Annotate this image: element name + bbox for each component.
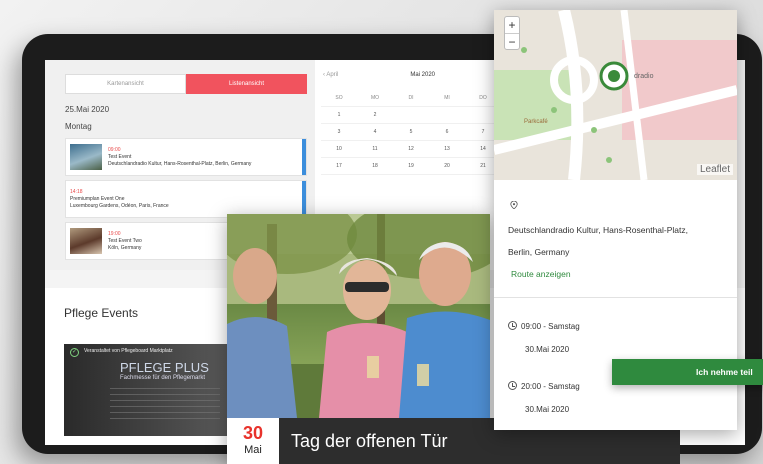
calendar-day[interactable]: 1 (321, 107, 357, 124)
calendar-day[interactable]: 2 (357, 107, 393, 124)
calendar-day[interactable]: 19 (393, 158, 429, 175)
calendar-month-title: Mai 2020 (410, 72, 436, 78)
start-time-row: 09:00 - Samstag (508, 321, 580, 331)
calendar-day[interactable]: 3 (321, 124, 357, 141)
organizer-label: Veranstaltet von Pflegeboard Marktplatz (84, 348, 173, 354)
event-time: 19:00 (108, 230, 121, 237)
event-date-badge: 30 Mai (227, 418, 279, 464)
zoom-in-button[interactable]: + (505, 17, 519, 33)
location-pin-icon (510, 201, 518, 209)
event-thumbnail (70, 228, 102, 254)
calendar-day[interactable]: 20 (429, 158, 465, 175)
end-time: 20:00 - Samstag (521, 382, 580, 391)
address-line: Deutschlandradio Kultur, Hans-Rosenthal-… (508, 225, 689, 235)
card-body-text (110, 388, 220, 424)
calendar-day[interactable]: 4 (357, 124, 393, 141)
event-location: Luxembourg Gardens, Odéon, Paris, France (70, 202, 169, 209)
event-photo (227, 214, 490, 418)
calendar-day[interactable] (429, 107, 465, 124)
calendar-day-header: SO (321, 90, 357, 107)
prev-month-link[interactable]: ‹ April (323, 72, 338, 78)
clock-icon (508, 321, 517, 330)
event-time: 09:00 (108, 146, 121, 153)
svg-text:dradio: dradio (634, 73, 654, 80)
calendar-day-header: MO (357, 90, 393, 107)
map-attribution[interactable]: Leaflet (696, 164, 733, 175)
clock-icon (508, 381, 517, 390)
calendar-day[interactable]: 5 (393, 124, 429, 141)
list-weekday: Montag (65, 122, 92, 131)
address-line: Berlin, Germany (508, 247, 570, 257)
zoom-out-button[interactable]: − (505, 33, 519, 49)
pflege-event-card[interactable]: ✓ Veranstaltet von Pflegeboard Marktplat… (64, 344, 234, 436)
attend-button[interactable]: Ich nehme teil (612, 359, 763, 385)
event-location: Deutschlandradio Kultur, Hans-Rosenthal-… (108, 160, 252, 167)
event-month: Mai (244, 444, 262, 456)
list-date: 25.Mai 2020 (65, 105, 110, 114)
view-toggle: Kartenansicht Listenansicht (65, 74, 307, 94)
end-time-row: 20:00 - Samstag (508, 381, 580, 391)
calendar-day[interactable]: 12 (393, 141, 429, 158)
event-title: Tag der offenen Tür (291, 431, 448, 451)
event-map[interactable]: dradio Parkcafé + − Leaflet (494, 10, 737, 180)
map-zoom-control: + − (504, 16, 520, 50)
featured-event-card[interactable]: 30 Mai Tag der offenen Tür (227, 214, 680, 464)
attend-button-label: Ich nehme teil (696, 367, 753, 377)
end-date: 30.Mai 2020 (525, 405, 570, 414)
card-title: PFLEGE PLUS (120, 360, 209, 375)
calendar-day[interactable]: 10 (321, 141, 357, 158)
event-time: 14:18 (70, 188, 83, 195)
event-title: Premiumplan Event One (70, 195, 125, 202)
tab-list-view-label: Listenansicht (228, 81, 265, 87)
start-time: 09:00 - Samstag (521, 322, 580, 331)
tab-map-view[interactable]: Kartenansicht (65, 74, 186, 94)
event-day: 30 (242, 423, 264, 443)
event-color-bar (302, 139, 306, 175)
card-subtitle: Fachmesse für den Pflegemarkt (120, 375, 206, 381)
event-location: Köln, Germany (108, 244, 142, 251)
calendar-day-header: MI (429, 90, 465, 107)
calendar-day[interactable] (393, 107, 429, 124)
calendar-day[interactable]: 17 (321, 158, 357, 175)
list-item[interactable]: 09:00 Test Event Deutschlandradio Kultur… (65, 138, 307, 176)
list-item[interactable]: 14:18 Premiumplan Event One Luxembourg G… (65, 180, 307, 218)
section-title: Pflege Events (64, 306, 139, 320)
calendar-day[interactable]: 11 (357, 141, 393, 158)
start-date: 30.Mai 2020 (525, 345, 570, 354)
event-title: Test Event (108, 153, 132, 160)
divider (494, 297, 737, 298)
calendar-day-header: DI (393, 90, 429, 107)
calendar-grid: SO MO DI MI DO 1 2 3 4 5 6 7 10 11 12 13… (315, 90, 515, 175)
calendar-day[interactable]: 18 (357, 158, 393, 175)
event-color-bar (302, 181, 306, 217)
event-title: Test Event Two (108, 237, 142, 244)
tab-list-view[interactable]: Listenansicht (186, 74, 307, 94)
svg-text:Parkcafé: Parkcafé (524, 119, 548, 125)
calendar-day[interactable]: 6 (429, 124, 465, 141)
route-link[interactable]: Route anzeigen (511, 269, 571, 279)
tab-map-view-label: Kartenansicht (107, 81, 144, 87)
calendar-day[interactable]: 13 (429, 141, 465, 158)
event-thumbnail (70, 144, 102, 170)
check-icon: ✓ (70, 348, 79, 357)
